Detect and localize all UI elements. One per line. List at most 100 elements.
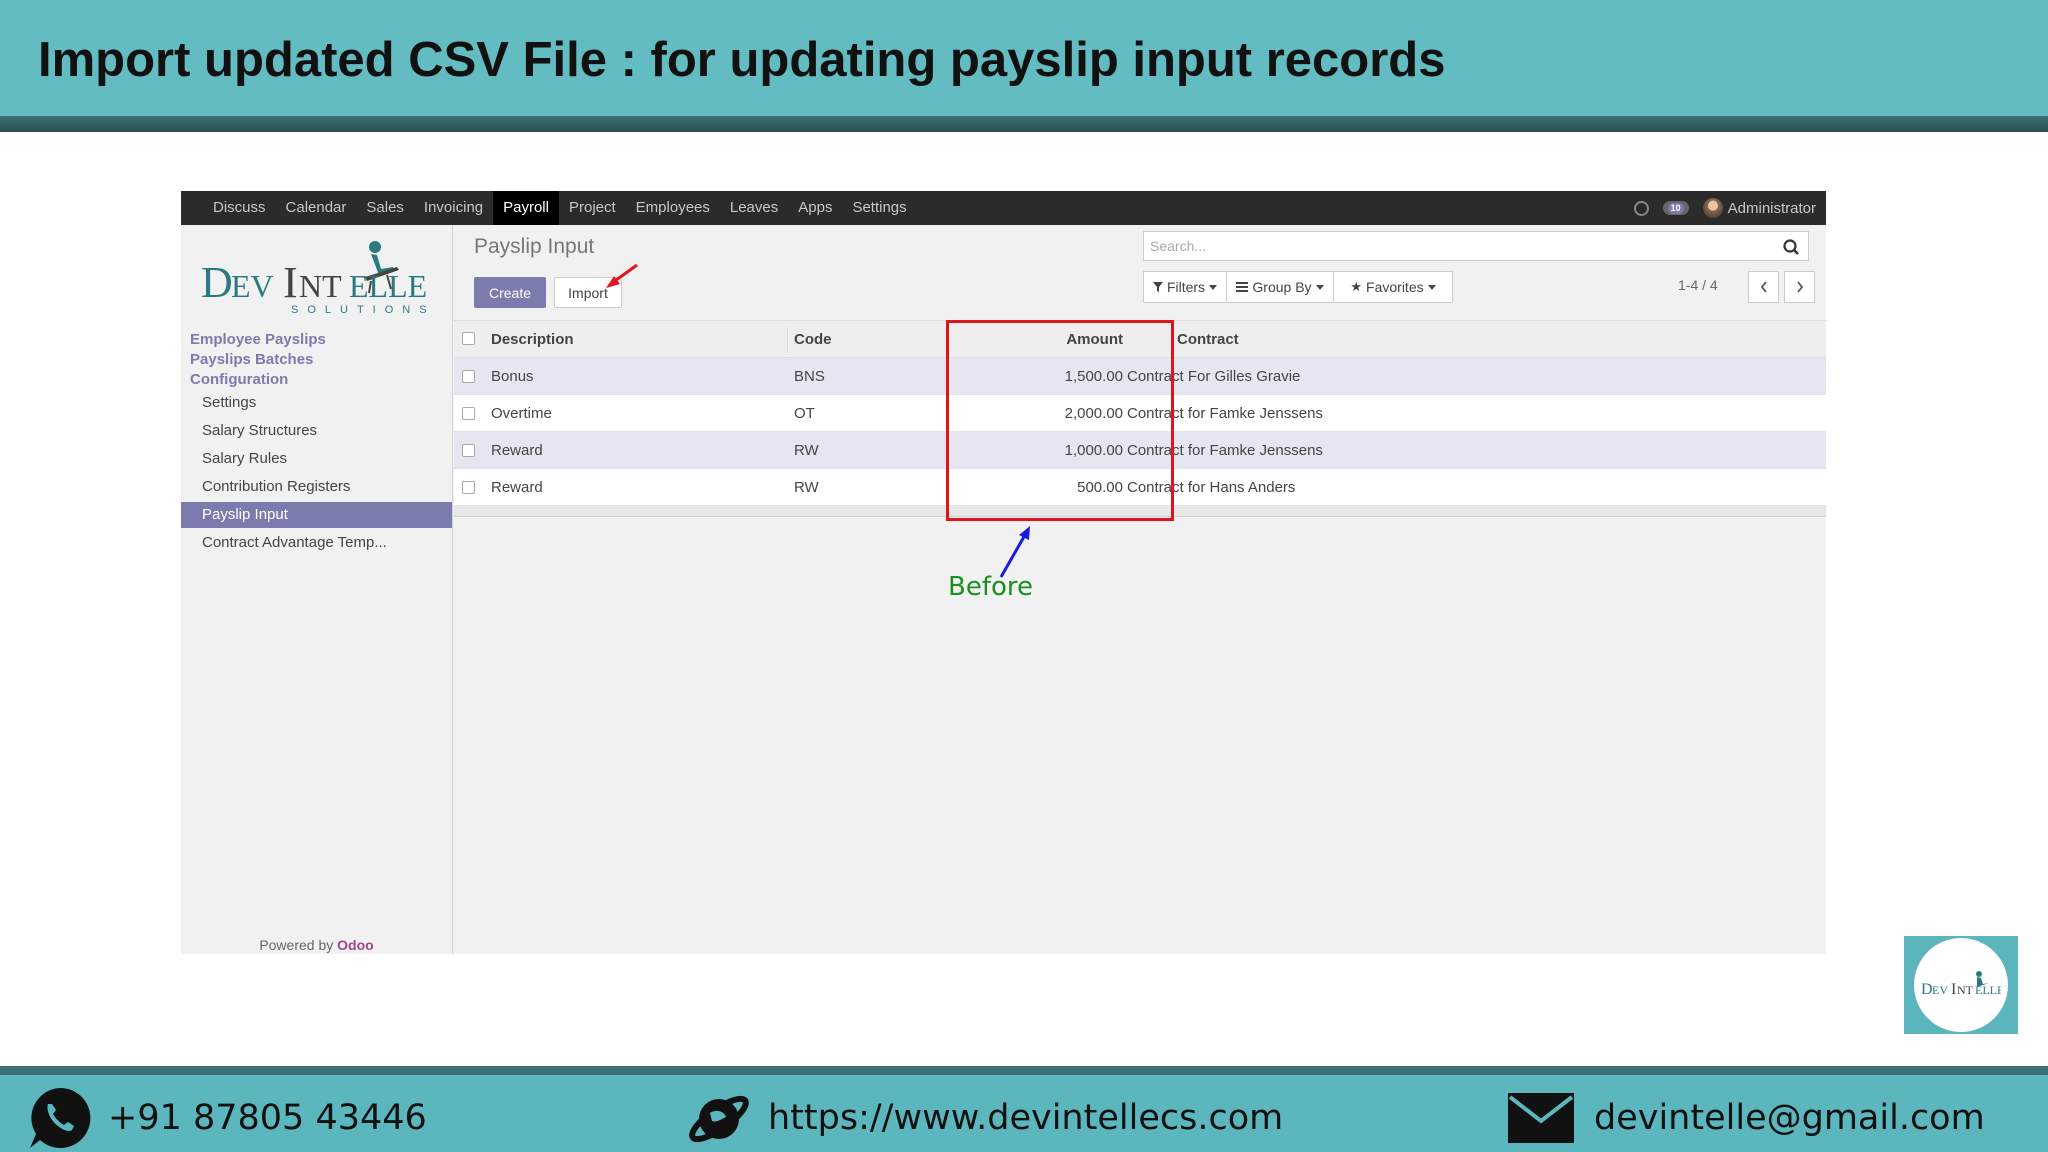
caret-down-icon (1427, 284, 1436, 290)
slide-footer: +91 87805 43446 https://www.devintellecs… (0, 1066, 2048, 1152)
slide-header: Import updated CSV File : for updating p… (0, 0, 2048, 132)
cell-description: Reward (491, 442, 543, 459)
footer-website[interactable]: https://www.devintellecs.com (686, 1088, 1283, 1148)
select-all-checkbox[interactable] (462, 332, 475, 345)
cell-code: RW (794, 479, 819, 496)
list-icon (1236, 282, 1249, 292)
filters-label: Filters (1166, 279, 1206, 295)
systray: 10 Administrator (1633, 191, 1816, 225)
groupby-button[interactable]: Group By (1226, 271, 1334, 303)
svg-text:D: D (201, 258, 233, 307)
menu-calendar[interactable]: Calendar (276, 191, 357, 225)
svg-text:EV: EV (231, 268, 274, 304)
menu-payroll[interactable]: Payroll (493, 191, 559, 225)
svg-text:I: I (1951, 981, 1956, 998)
row-checkbox[interactable] (462, 370, 475, 383)
sidebar-section-employee-payslips[interactable]: Employee Payslips (190, 331, 326, 348)
notification-badge: 10 (1667, 202, 1684, 214)
column-divider (787, 327, 788, 353)
sidebar-section-configuration[interactable]: Configuration (190, 371, 288, 388)
row-checkbox[interactable] (462, 444, 475, 457)
slide-title: Import updated CSV File : for updating p… (38, 33, 1446, 87)
menu-apps[interactable]: Apps (788, 191, 842, 225)
cell-code: OT (794, 405, 815, 422)
globe-icon (689, 1095, 749, 1143)
menu-invoicing[interactable]: Invoicing (414, 191, 493, 225)
chevron-right-icon (1796, 281, 1803, 293)
groupby-label: Group By (1252, 279, 1312, 295)
sidebar-item-contract-advantage[interactable]: Contract Advantage Temp... (181, 530, 452, 556)
search-box (1143, 231, 1809, 261)
sidebar-item-salary-rules[interactable]: Salary Rules (181, 446, 452, 472)
cell-description: Bonus (491, 368, 534, 385)
website-url: https://www.devintellecs.com (768, 1098, 1284, 1138)
sidebar-section-payslips-batches[interactable]: Payslips Batches (190, 351, 313, 368)
cell-description: Overtime (491, 405, 552, 422)
filter-icon (1152, 282, 1163, 292)
phone-number: +91 87805 43446 (108, 1098, 427, 1138)
breadcrumb: Payslip Input (474, 235, 595, 258)
clock-icon[interactable] (1633, 200, 1649, 216)
favorites-label: Favorites (1366, 279, 1424, 295)
sidebar-item-contribution-registers[interactable]: Contribution Registers (181, 474, 452, 500)
column-header-code[interactable]: Code (794, 321, 832, 359)
control-panel: Payslip Input Create Import Filters Grou… (454, 225, 1826, 311)
favorites-button[interactable]: ★ Favorites (1333, 271, 1453, 303)
powered-prefix: Powered by (259, 937, 334, 953)
cell-description: Reward (491, 479, 543, 496)
column-header-description[interactable]: Description (491, 321, 574, 359)
search-input[interactable] (1150, 236, 1750, 256)
user-menu[interactable]: Administrator (1702, 198, 1816, 218)
svg-text:ELLE: ELLE (1975, 983, 2001, 997)
menu-discuss[interactable]: Discuss (203, 191, 276, 225)
top-menu: Discuss Calendar Sales Invoicing Payroll… (203, 191, 917, 225)
svg-text:SOLUTIONS: SOLUTIONS (291, 304, 436, 316)
filters-button[interactable]: Filters (1143, 271, 1227, 303)
top-navbar: Discuss Calendar Sales Invoicing Payroll… (181, 191, 1826, 225)
chat-icon[interactable]: 10 (1662, 201, 1689, 215)
odoo-link[interactable]: Odoo (337, 937, 374, 953)
search-icon[interactable] (1782, 238, 1800, 256)
column-header-contract[interactable]: Contract (1177, 321, 1239, 359)
chevron-left-icon (1760, 281, 1767, 293)
footer-phone[interactable]: +91 87805 43446 (26, 1087, 427, 1148)
before-label: Before (948, 572, 1034, 602)
menu-settings[interactable]: Settings (842, 191, 916, 225)
avatar (1702, 198, 1723, 218)
svg-text:D: D (1921, 981, 1933, 998)
caret-down-icon (1315, 284, 1324, 290)
email-address: devintelle@gmail.com (1594, 1098, 1985, 1138)
devintelle-logo: D EV I NT ELLE SOLUTIONS (201, 241, 436, 316)
caret-down-icon (1209, 284, 1218, 290)
pager-next-button[interactable] (1784, 271, 1815, 303)
menu-sales[interactable]: Sales (356, 191, 414, 225)
pager-value[interactable]: 1-4 / 4 (1678, 277, 1718, 293)
header-divider (0, 116, 2048, 132)
mail-icon (1508, 1093, 1574, 1143)
svg-text:I: I (283, 258, 298, 307)
import-button[interactable]: Import (554, 277, 622, 308)
menu-leaves[interactable]: Leaves (720, 191, 788, 225)
cell-code: BNS (794, 368, 825, 385)
footer-divider (0, 1066, 2048, 1075)
sidebar-item-payslip-input[interactable]: Payslip Input (181, 502, 452, 528)
devintelle-logo-small: D EV I NT ELLE (1921, 971, 2001, 998)
menu-project[interactable]: Project (559, 191, 626, 225)
svg-text:NT: NT (299, 268, 342, 304)
row-checkbox[interactable] (462, 407, 475, 420)
cell-code: RW (794, 442, 819, 459)
sidebar-item-salary-structures[interactable]: Salary Structures (181, 418, 452, 444)
svg-text:ELLE: ELLE (349, 268, 427, 304)
create-button[interactable]: Create (474, 277, 546, 308)
sidebar: D EV I NT ELLE SOLUTIONS Employee Paysli… (181, 225, 453, 954)
row-checkbox[interactable] (462, 481, 475, 494)
footer-email[interactable]: devintelle@gmail.com (1508, 1088, 1985, 1148)
whatsapp-icon (30, 1087, 91, 1148)
amount-highlight-box (946, 320, 1174, 521)
star-icon: ★ (1350, 279, 1363, 294)
pager-previous-button[interactable] (1748, 271, 1779, 303)
sidebar-item-settings[interactable]: Settings (181, 390, 452, 416)
corner-logo: D EV I NT ELLE (1904, 936, 2018, 1034)
svg-text:EV: EV (1932, 983, 1948, 997)
menu-employees[interactable]: Employees (626, 191, 720, 225)
